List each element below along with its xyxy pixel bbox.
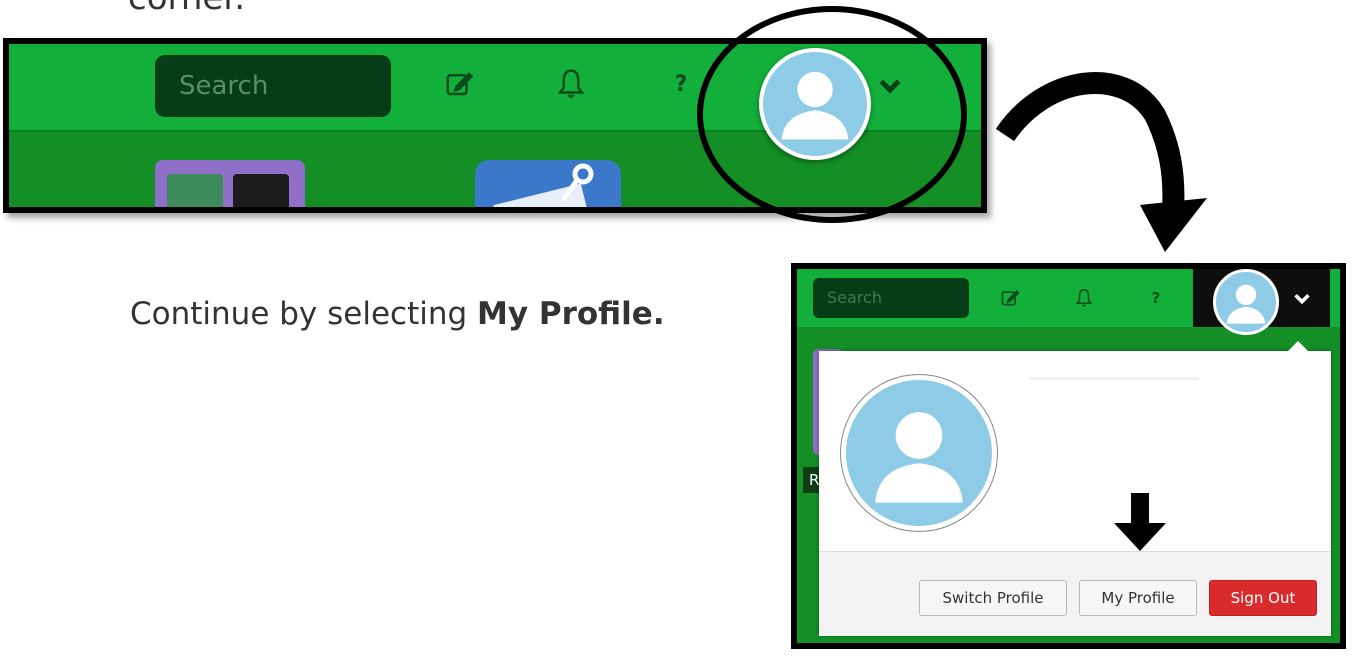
popup-username-placeholder bbox=[1029, 377, 1199, 380]
help-icon[interactable]: ? bbox=[1143, 285, 1169, 311]
bell-icon[interactable] bbox=[1071, 285, 1097, 311]
user-menu-toggle[interactable] bbox=[1193, 269, 1330, 335]
curved-arrow-icon bbox=[995, 72, 1207, 252]
profile-dropdown-screenshot: Search ? R Switch Profile My Profile Sig… bbox=[791, 263, 1346, 649]
instruction-prefix: Continue by selecting bbox=[130, 296, 478, 332]
profile-avatar-icon bbox=[840, 374, 998, 532]
popup-footer: Switch Profile My Profile Sign Out bbox=[819, 551, 1331, 636]
my-profile-button[interactable]: My Profile bbox=[1079, 580, 1197, 616]
cutoff-heading-text: corner. bbox=[128, 0, 245, 18]
popup-caret bbox=[1287, 341, 1309, 352]
compose-icon[interactable] bbox=[439, 64, 479, 104]
down-arrow-icon bbox=[1114, 493, 1166, 551]
chevron-down-icon[interactable] bbox=[1291, 287, 1313, 309]
user-avatar-icon[interactable] bbox=[1213, 269, 1279, 335]
bell-icon[interactable] bbox=[551, 64, 591, 104]
app-tile-icon bbox=[233, 174, 289, 207]
help-icon[interactable]: ? bbox=[661, 64, 701, 104]
app-tile[interactable] bbox=[475, 160, 621, 207]
app-tile-icon bbox=[167, 174, 223, 207]
profile-popup: Switch Profile My Profile Sign Out bbox=[819, 341, 1331, 636]
instruction-text: Continue by selecting My Profile. bbox=[130, 296, 665, 332]
compose-icon[interactable] bbox=[997, 285, 1023, 311]
sign-out-button[interactable]: Sign Out bbox=[1209, 580, 1317, 616]
highlight-oval bbox=[697, 6, 967, 223]
app-tile[interactable] bbox=[155, 160, 305, 207]
search-input[interactable]: Search bbox=[155, 55, 391, 117]
wrench-icon bbox=[560, 163, 594, 202]
instruction-suffix: . bbox=[652, 296, 665, 332]
instruction-bold: My Profile bbox=[477, 296, 653, 332]
switch-profile-button[interactable]: Switch Profile bbox=[919, 580, 1067, 616]
search-input[interactable]: Search bbox=[813, 278, 969, 318]
